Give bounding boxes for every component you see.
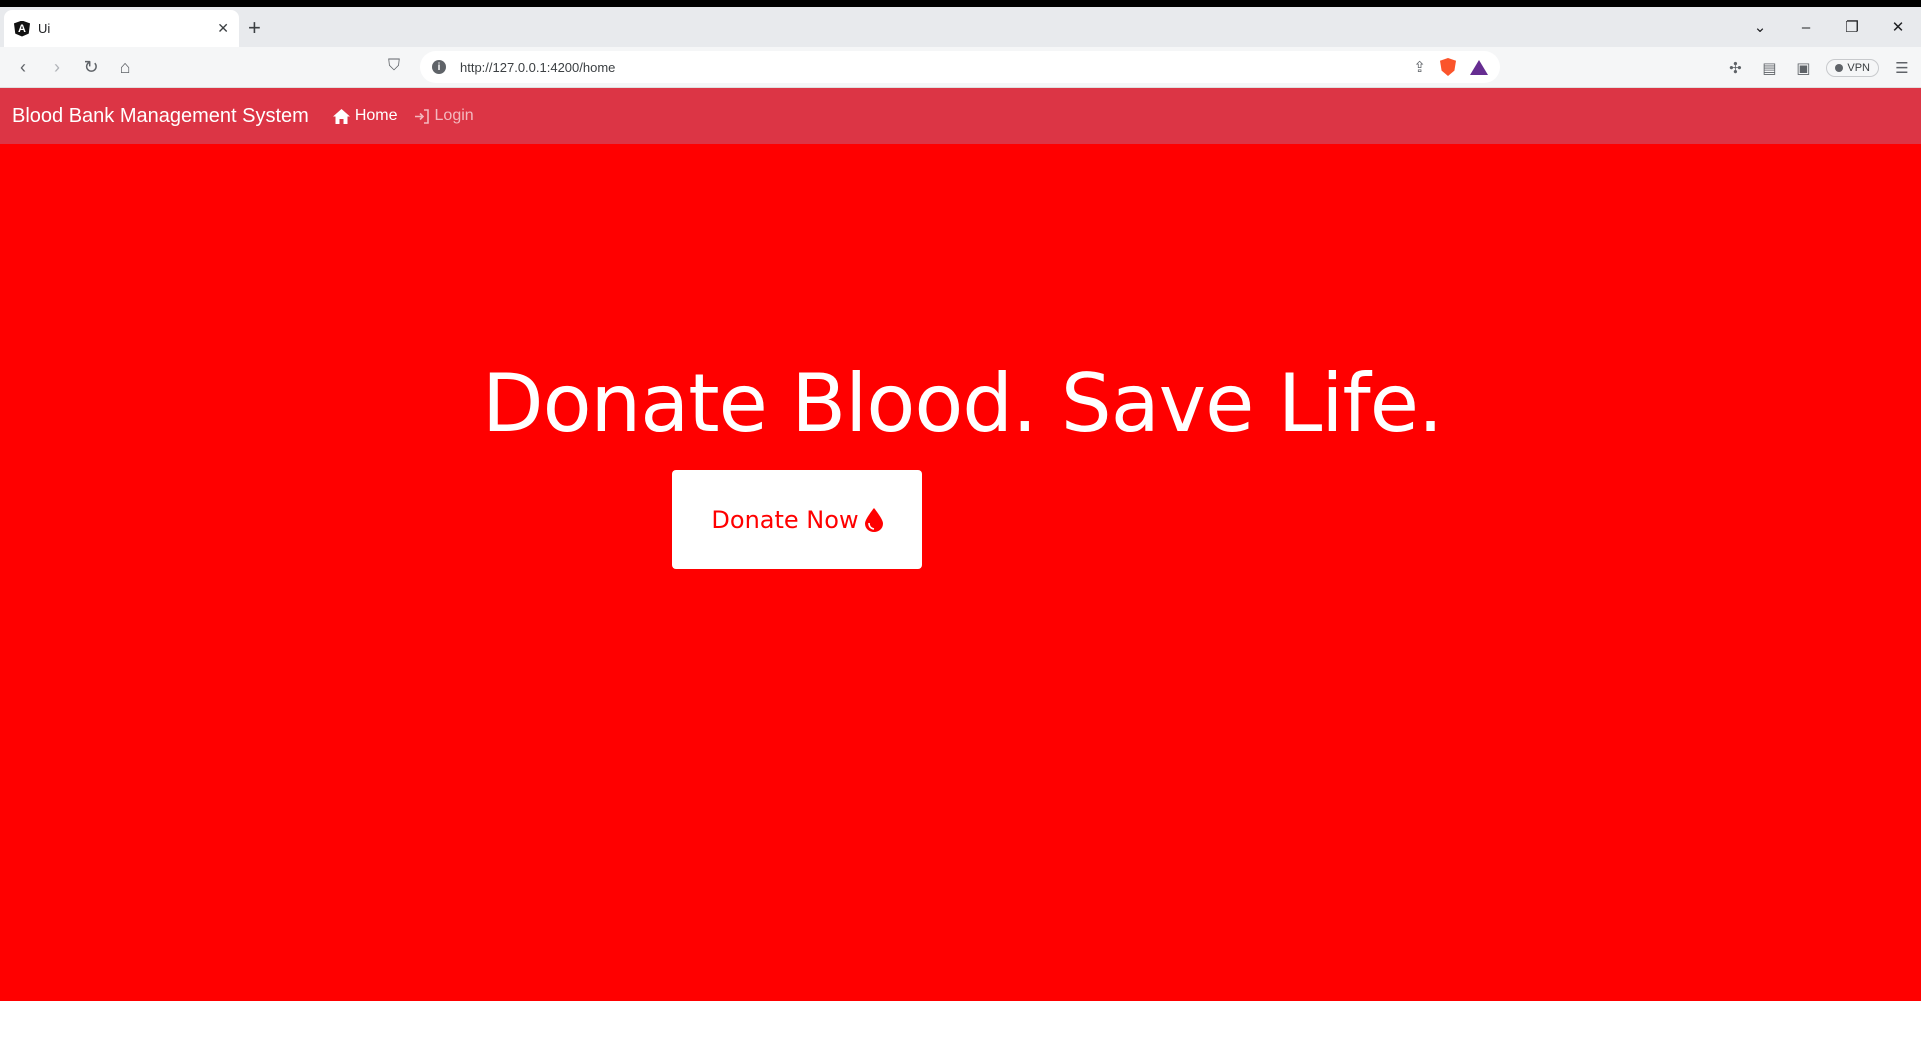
page-bottom-area — [0, 1001, 1921, 1040]
donate-now-label: Donate Now — [711, 505, 859, 534]
sidebar-icon[interactable]: ▤ — [1758, 59, 1780, 77]
vpn-status-icon — [1835, 63, 1844, 72]
nav-link-login[interactable]: Login — [414, 107, 474, 125]
address-bar-actions: ⇪ — [1413, 58, 1488, 76]
brave-shields-icon[interactable] — [1440, 58, 1456, 76]
address-bar[interactable]: i http://127.0.0.1:4200/home ⇪ — [420, 51, 1500, 83]
wallet-icon[interactable]: ▣ — [1792, 59, 1814, 77]
tab-title: Ui — [38, 21, 51, 36]
minimize-icon[interactable]: – — [1783, 19, 1829, 36]
login-icon — [414, 108, 429, 124]
donate-now-button[interactable]: Donate Now — [672, 470, 922, 569]
home-icon — [332, 108, 350, 124]
brave-rewards-icon[interactable] — [1470, 59, 1488, 75]
tab-search-chevron-icon[interactable]: ⌄ — [1737, 18, 1783, 36]
browser-tab[interactable]: A Ui ✕ — [4, 10, 239, 47]
nav-link-login-label: Login — [434, 107, 474, 124]
navbar-brand[interactable]: Blood Bank Management System — [12, 105, 309, 128]
angular-favicon-icon: A — [14, 20, 30, 37]
app-navbar: Blood Bank Management System Home Login — [0, 88, 1921, 144]
toolbar-right: ✣ ▤ ▣ VPN ☰ — [1724, 47, 1913, 88]
url-text[interactable]: http://127.0.0.1:4200/home — [460, 60, 1413, 75]
tab-close-icon[interactable]: ✕ — [217, 20, 229, 37]
new-tab-icon[interactable]: + — [248, 17, 261, 39]
extensions-icon[interactable]: ✣ — [1724, 59, 1746, 77]
tab-bar: A Ui ✕ + ⌄ – ❐ ✕ — [0, 7, 1921, 47]
vpn-label: VPN — [1847, 61, 1870, 74]
browser-toolbar: ‹ › ↻ ⌂ ⛉ i http://127.0.0.1:4200/home ⇪… — [0, 47, 1921, 88]
reload-icon[interactable]: ↻ — [74, 57, 108, 78]
window-top-strip — [0, 0, 1921, 7]
window-close-icon[interactable]: ✕ — [1875, 18, 1921, 36]
restore-icon[interactable]: ❐ — [1829, 18, 1875, 36]
nav-link-home-label: Home — [354, 107, 398, 124]
bookmark-icon[interactable]: ⛉ — [388, 57, 400, 75]
menu-icon[interactable]: ☰ — [1891, 59, 1913, 77]
hero-title: Donate Blood. Save Life. — [482, 357, 1443, 450]
blood-drop-icon — [864, 507, 883, 532]
share-icon[interactable]: ⇪ — [1413, 58, 1426, 76]
forward-icon[interactable]: › — [40, 57, 74, 78]
home-browser-icon[interactable]: ⌂ — [108, 57, 142, 78]
hero-section: Donate Blood. Save Life. Donate Now — [0, 144, 1921, 1001]
window-controls: ⌄ – ❐ ✕ — [1737, 7, 1921, 47]
back-icon[interactable]: ‹ — [6, 57, 40, 78]
vpn-button[interactable]: VPN — [1826, 58, 1879, 77]
nav-link-home[interactable]: Home — [332, 107, 398, 125]
site-info-icon[interactable]: i — [432, 60, 446, 74]
